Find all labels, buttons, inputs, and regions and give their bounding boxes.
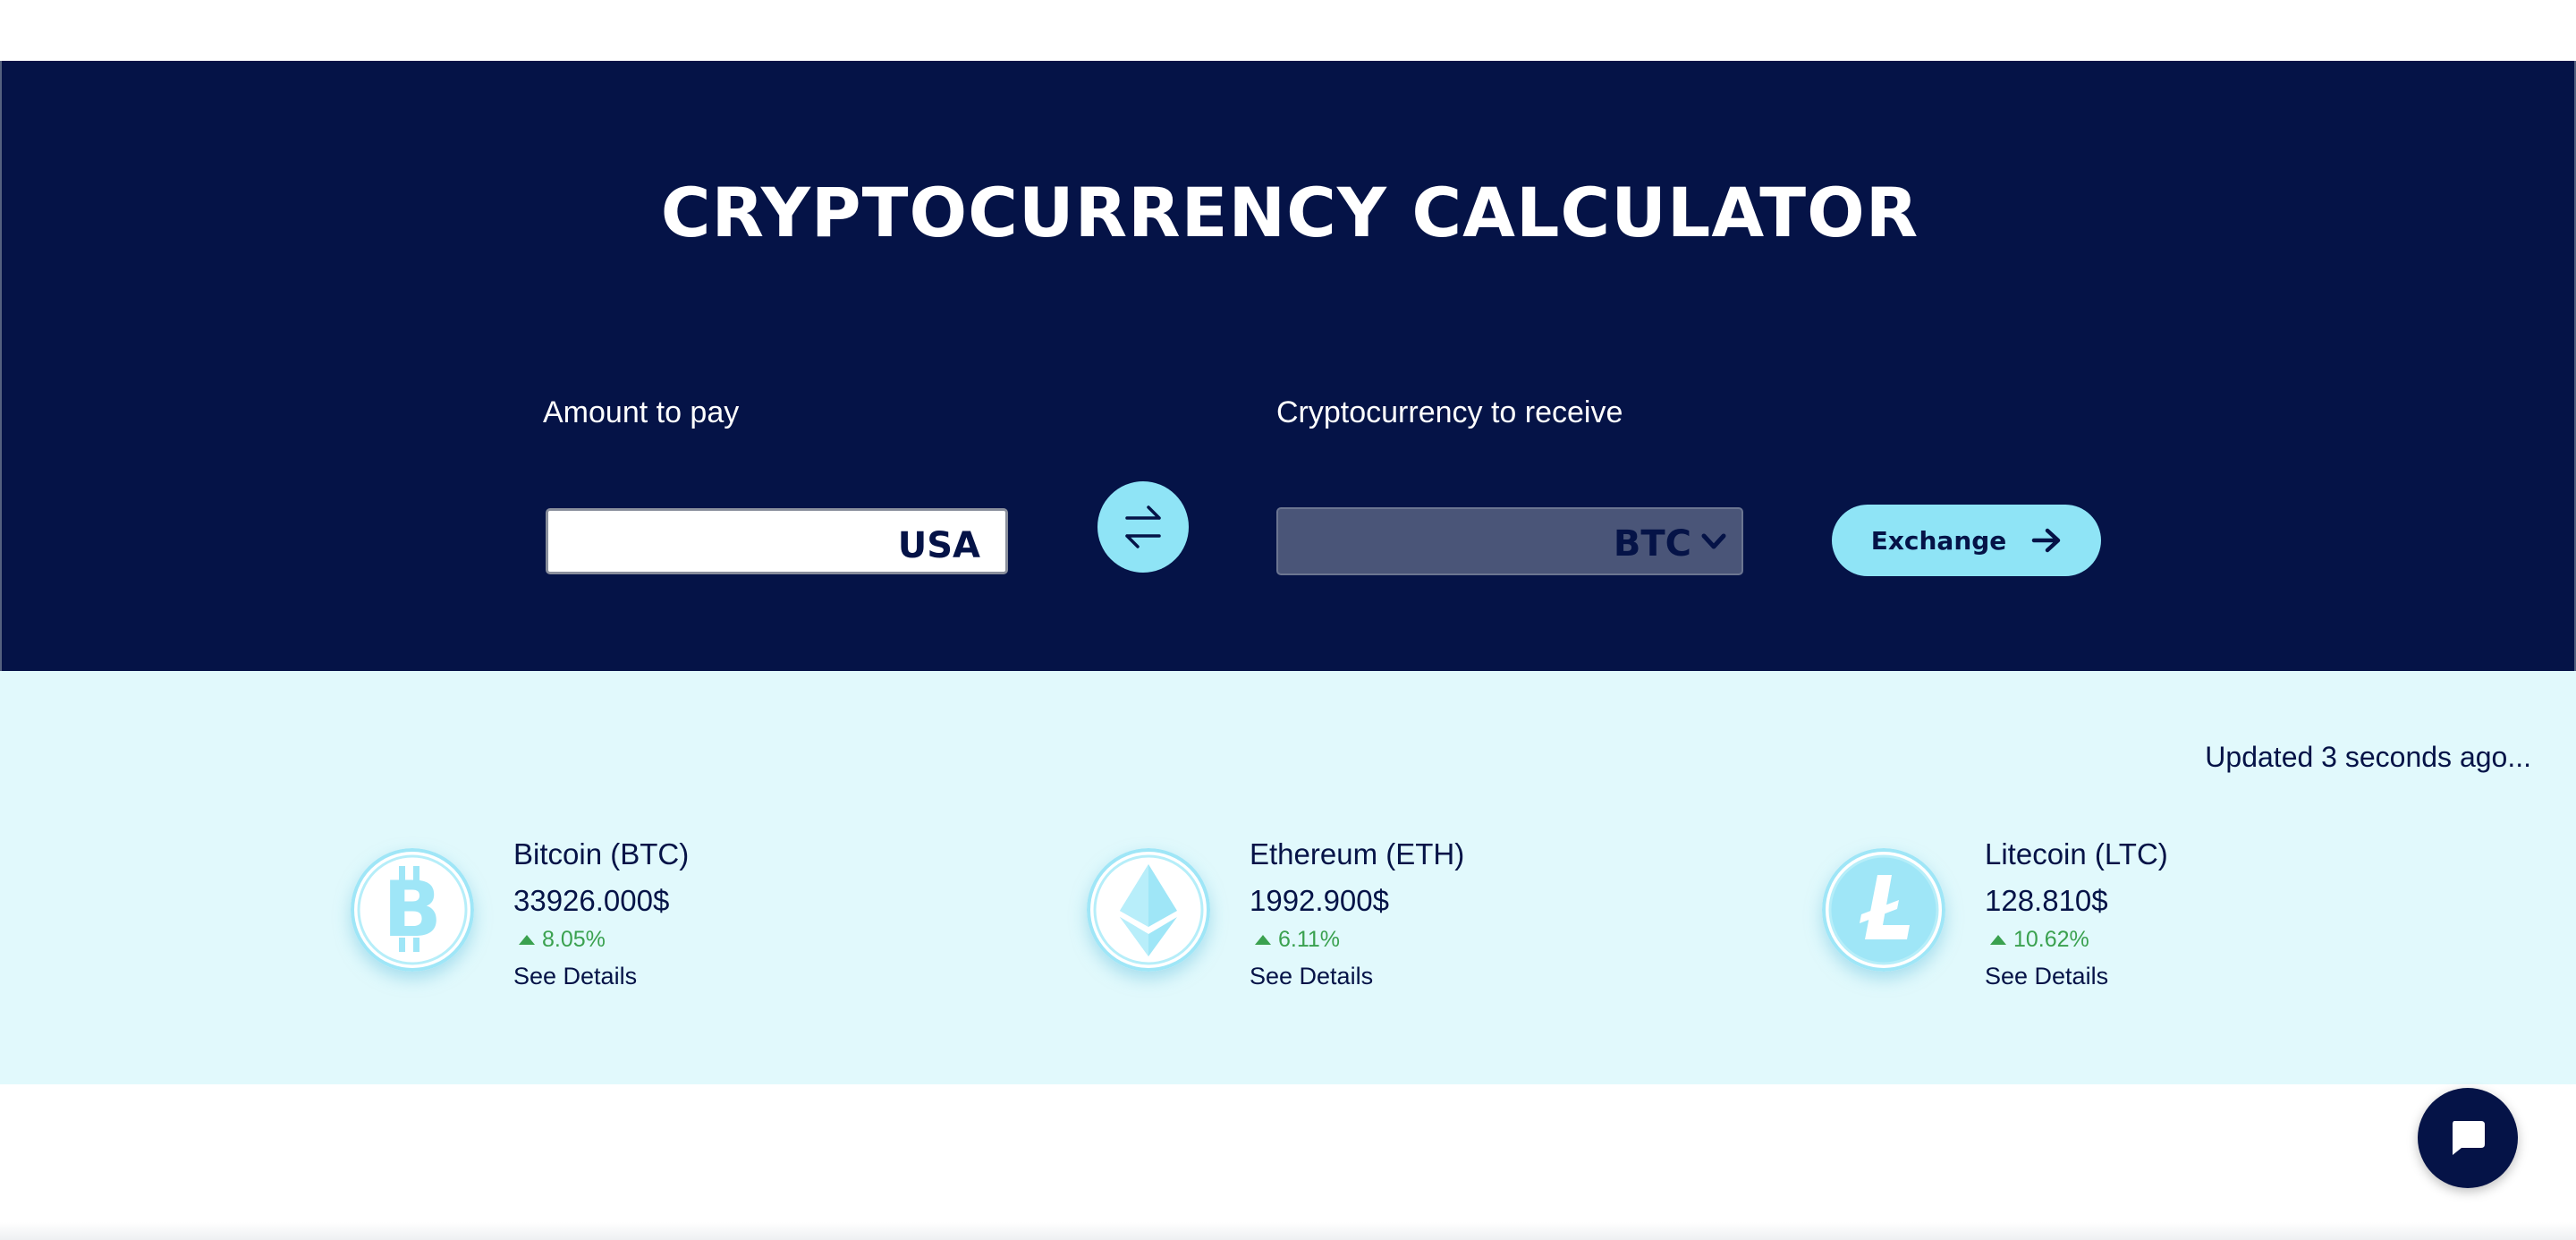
coin-card-btc: B Bitcoin (BTC) 33926.000$ 8.05% See Det…: [351, 837, 816, 989]
see-details-link[interactable]: See Details: [1250, 963, 1373, 990]
coin-price: 1992.900$: [1250, 884, 1389, 917]
amount-field: USA: [546, 508, 1008, 574]
litecoin-icon: [1822, 848, 1945, 972]
svg-text:B: B: [383, 865, 442, 955]
updated-status: Updated 3 seconds ago...: [2205, 741, 2531, 773]
amount-currency: USA: [897, 525, 980, 566]
coin-change-value: 10.62%: [2013, 927, 2089, 952]
see-details-link[interactable]: See Details: [513, 963, 637, 990]
see-details-link[interactable]: See Details: [1985, 963, 2108, 990]
coin-change: 10.62%: [1985, 927, 2089, 953]
chat-bubble-icon: [2453, 1121, 2485, 1155]
coin-card-ltc: Litecoin (LTC) 128.810$ 10.62% See Detai…: [1822, 837, 2287, 989]
swap-arrows-icon: [1125, 505, 1161, 548]
amount-label: Amount to pay: [543, 395, 740, 429]
up-arrow-icon: [519, 935, 535, 945]
up-arrow-icon: [1990, 935, 2006, 945]
amount-input[interactable]: [559, 520, 881, 565]
crypto-selected-value: BTC: [1613, 523, 1691, 565]
up-arrow-icon: [1255, 935, 1271, 945]
coin-change: 6.11%: [1250, 927, 1340, 953]
footer-edge: [0, 1222, 2576, 1240]
coin-price: 33926.000$: [513, 884, 670, 917]
chat-button[interactable]: [2418, 1088, 2518, 1188]
top-bar: [0, 0, 2576, 61]
chevron-down-icon: [1701, 533, 1726, 549]
coin-price: 128.810$: [1985, 884, 2108, 917]
coin-change-value: 6.11%: [1278, 927, 1341, 952]
crypto-select[interactable]: BTC: [1276, 507, 1743, 575]
coin-change: 8.05%: [513, 927, 606, 953]
arrow-right-icon: [2032, 528, 2061, 553]
coin-change-value: 8.05%: [542, 927, 606, 952]
coin-name: Ethereum (ETH): [1250, 837, 1465, 871]
crypto-label: Cryptocurrency to receive: [1276, 395, 1623, 429]
coin-card-eth: Ethereum (ETH) 1992.900$ 6.11% See Detai…: [1087, 837, 1552, 989]
rates-section: Updated 3 seconds ago... B Bitcoin (BTC)…: [0, 671, 2576, 1084]
calculator-hero: CRYPTOCURRENCY CALCULATOR Amount to pay …: [0, 61, 2576, 671]
coin-name: Bitcoin (BTC): [513, 837, 690, 871]
page-title: CRYPTOCURRENCY CALCULATOR: [660, 173, 1919, 252]
coin-name: Litecoin (LTC): [1985, 837, 2168, 871]
swap-button[interactable]: [1097, 481, 1189, 573]
exchange-button-label: Exchange: [1870, 525, 2007, 556]
ethereum-icon: [1087, 848, 1210, 972]
exchange-button[interactable]: Exchange: [1832, 505, 2101, 576]
bitcoin-icon: B: [351, 848, 474, 972]
